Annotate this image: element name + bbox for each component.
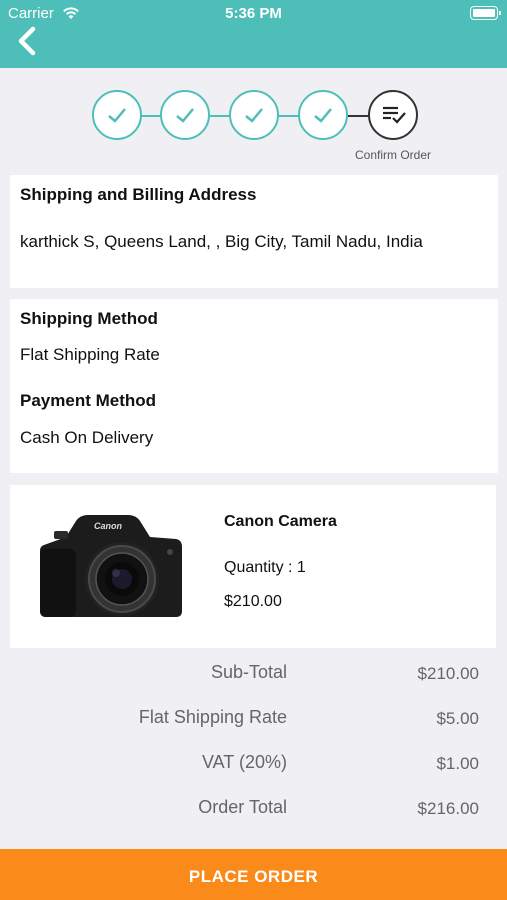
stepper-line-current — [345, 115, 370, 117]
address-text: karthick S, Queens Land, , Big City, Tam… — [20, 232, 423, 251]
step-5-current — [368, 90, 418, 140]
shipping-method-value: Flat Shipping Rate — [20, 345, 160, 364]
nav-bar: Carrier 5:36 PM — [0, 0, 507, 68]
product-quantity: Quantity : 1 — [224, 559, 306, 576]
checkmark-icon — [108, 108, 126, 123]
address-title: Shipping and Billing Address — [20, 185, 257, 204]
step-2-done — [160, 90, 210, 140]
clock: 5:36 PM — [225, 5, 282, 22]
totals-value: $1.00 — [436, 754, 479, 773]
totals-label: VAT (20%) — [201, 752, 287, 772]
payment-method-value: Cash On Delivery — [20, 428, 154, 447]
product-name: Canon Camera — [224, 513, 337, 530]
step-3-done — [229, 90, 279, 140]
product-image: Canon — [40, 515, 182, 617]
step-1-done — [92, 90, 142, 140]
checkmark-icon — [314, 108, 332, 123]
battery-icon — [470, 6, 501, 20]
svg-text:Canon: Canon — [94, 521, 123, 531]
totals-row: Flat Shipping Rate $5.00 — [0, 703, 507, 733]
checkout-stepper: Confirm Order — [0, 68, 507, 168]
methods-card: Shipping Method Flat Shipping Rate Payme… — [10, 299, 498, 473]
totals-value: $210.00 — [417, 664, 479, 683]
back-chevron-icon[interactable] — [12, 24, 46, 58]
step-label-confirm-order: Confirm Order — [354, 148, 431, 162]
product-price: $210.00 — [224, 593, 282, 610]
checkmark-icon — [176, 108, 194, 123]
address-card: Shipping and Billing Address karthick S,… — [10, 175, 498, 288]
status-bar: Carrier 5:36 PM — [0, 0, 507, 28]
product-card: Canon Canon Camera Quantity : 1 $210.00 — [10, 485, 496, 648]
place-order-button[interactable]: PLACE ORDER — [0, 849, 507, 900]
totals-label: Flat Shipping Rate — [138, 707, 287, 727]
totals-value: $5.00 — [436, 709, 479, 728]
totals-row: Sub-Total $210.00 — [0, 658, 507, 688]
step-4-done — [298, 90, 348, 140]
totals-row: Order Total $216.00 — [0, 793, 507, 823]
payment-method-title: Payment Method — [20, 391, 157, 410]
totals-label: Order Total — [198, 797, 287, 817]
checkmark-icon — [245, 108, 263, 123]
shipping-method-title: Shipping Method — [20, 309, 158, 328]
totals-row: VAT (20%) $1.00 — [0, 748, 507, 778]
totals-value: $216.00 — [417, 799, 479, 818]
totals-label: Sub-Total — [210, 662, 287, 682]
checklist-icon — [383, 106, 406, 124]
